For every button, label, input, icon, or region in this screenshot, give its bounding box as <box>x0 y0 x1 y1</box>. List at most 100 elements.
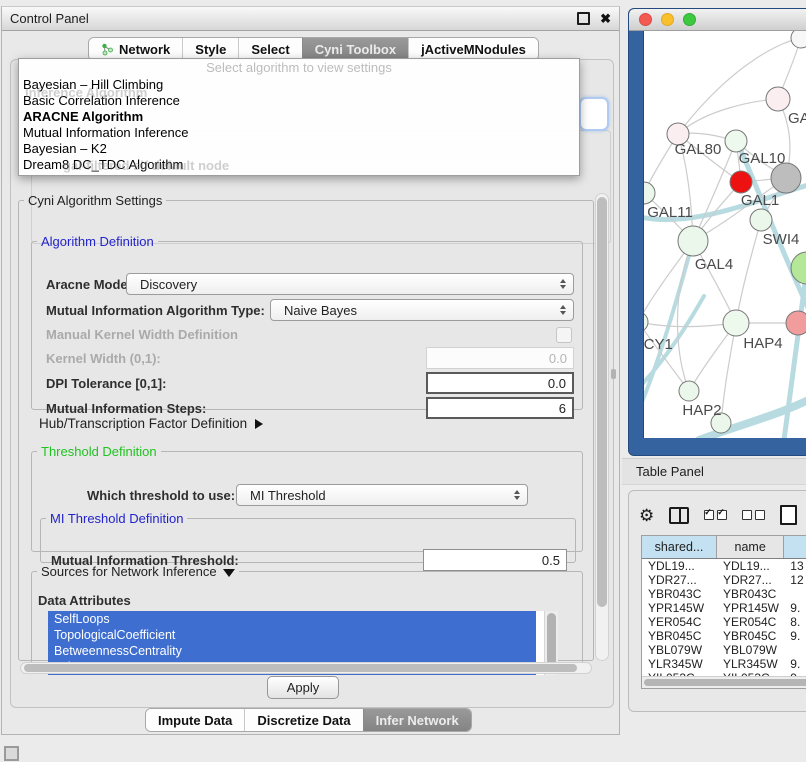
network-node[interactable] <box>766 87 790 111</box>
tab-impute-data[interactable]: Impute Data <box>146 709 244 731</box>
table-cell[interactable]: 12 <box>784 573 806 587</box>
network-node[interactable] <box>771 163 801 193</box>
table-cell[interactable]: YDR27... <box>717 573 784 587</box>
aracne-mode-combo[interactable]: Discovery <box>126 273 574 295</box>
algorithm-popup-item[interactable]: Mutual Information Inference <box>19 125 579 141</box>
apply-button[interactable]: Apply <box>267 676 339 699</box>
table-row[interactable]: YDR27...YDR27...12 <box>642 573 806 587</box>
table-cell[interactable]: 9. <box>784 601 806 615</box>
column-header[interactable]: name <box>717 536 784 558</box>
table-row[interactable]: YDL19...YDL19...13 <box>642 559 806 573</box>
collapse-down-icon[interactable] <box>223 569 235 577</box>
minimize-traffic-light[interactable] <box>661 13 674 26</box>
node-table: shared... name A YDL19...YDL19...13YDR27… <box>641 535 806 689</box>
network-canvas[interactable]: GAL GAL80 GAL10 GAL1 GAL11 SWI4 GAL4 GCY… <box>643 31 806 438</box>
hub-definition-label: Hub/Transcription Factor Definition <box>39 416 247 431</box>
select-all-checks-icon[interactable] <box>704 510 727 520</box>
which-threshold-combo[interactable]: MI Threshold <box>236 484 528 506</box>
table-cell[interactable]: YPR145W <box>642 601 717 615</box>
sources-group: Sources for Network Inference Data Attri… <box>31 564 583 668</box>
tab-style[interactable]: Style <box>182 38 238 60</box>
hub-definition-toggle[interactable]: Hub/Transcription Factor Definition <box>39 416 263 432</box>
column-header[interactable]: A <box>784 536 806 558</box>
algorithm-popup-item[interactable]: Bayesian – K2 <box>19 141 579 157</box>
table-cell[interactable] <box>784 587 806 601</box>
table-cell[interactable]: YER054C <box>642 615 717 629</box>
network-node[interactable] <box>791 31 806 48</box>
table-row[interactable]: YBR045CYBR045C9. <box>642 629 806 643</box>
table-cell[interactable]: YPR145W <box>717 601 784 615</box>
network-node[interactable] <box>644 182 655 204</box>
table-cell[interactable]: 8. <box>784 615 806 629</box>
table-cell[interactable]: YDR27... <box>642 573 717 587</box>
corner-grip-handle[interactable] <box>4 746 19 761</box>
panel-splitter-handle[interactable] <box>611 369 616 379</box>
network-node[interactable] <box>786 311 806 335</box>
mi-type-combo[interactable]: Naive Bayes <box>270 299 574 321</box>
data-attribute-item[interactable]: SelfLoops <box>48 611 536 627</box>
which-threshold-label: Which threshold to use: <box>87 488 235 504</box>
table-row[interactable]: YER054CYER054C8. <box>642 615 806 629</box>
table-cell[interactable]: YBR043C <box>717 587 784 601</box>
network-node[interactable] <box>750 209 772 231</box>
gear-icon[interactable]: ⚙ <box>639 507 654 524</box>
columns-icon[interactable] <box>669 507 689 524</box>
zoom-traffic-light[interactable] <box>683 13 696 26</box>
table-cell[interactable]: 13 <box>784 559 806 573</box>
network-node[interactable] <box>730 171 752 193</box>
table-horizontal-scrollbar[interactable] <box>642 676 806 688</box>
tab-select[interactable]: Select <box>238 38 301 60</box>
cyni-settings-legend: Cyni Algorithm Settings <box>24 193 166 208</box>
settings-horizontal-scrollbar[interactable] <box>20 662 592 674</box>
data-attribute-item[interactable]: BetweennessCentrality <box>48 643 536 659</box>
network-node[interactable] <box>723 310 749 336</box>
table-cell[interactable]: YDL19... <box>717 559 784 573</box>
mi-steps-field[interactable]: 6 <box>426 397 574 419</box>
network-node[interactable] <box>679 381 699 401</box>
float-window-icon[interactable] <box>577 12 590 25</box>
network-node[interactable] <box>678 226 708 256</box>
threshold-definition-group: Threshold Definition Which threshold to … <box>31 444 583 552</box>
data-attribute-item[interactable]: TopologicalCoefficient <box>48 627 536 643</box>
algorithm-popup-item[interactable]: ARACNE Algorithm <box>19 109 579 125</box>
column-header[interactable]: shared... <box>642 536 717 558</box>
close-traffic-light[interactable] <box>639 13 652 26</box>
table-row[interactable]: YLR345WYLR345W9. <box>642 657 806 671</box>
aracne-mode-value: Discovery <box>140 277 197 292</box>
settings-vertical-scrollbar[interactable] <box>595 193 609 661</box>
table-cell[interactable]: YBR045C <box>717 629 784 643</box>
table-cell[interactable] <box>784 643 806 657</box>
mi-type-value: Naive Bayes <box>284 303 357 318</box>
node-label: GAL4 <box>695 256 733 273</box>
tab-network[interactable]: Network <box>89 38 182 60</box>
table-cell[interactable]: YBR043C <box>642 587 717 601</box>
table-cell[interactable]: 9. <box>784 629 806 643</box>
tab-infer-network[interactable]: Infer Network <box>363 709 471 731</box>
tab-discretize-data[interactable]: Discretize Data <box>244 709 362 731</box>
table-cell[interactable]: YLR345W <box>717 657 784 671</box>
table-cell[interactable]: YBL079W <box>642 643 717 657</box>
sources-legend-label: Sources for Network Inference <box>41 564 217 579</box>
deselect-all-checks-icon[interactable] <box>742 510 765 520</box>
table-cell[interactable]: YBL079W <box>717 643 784 657</box>
table-cell[interactable]: YLR345W <box>642 657 717 671</box>
dpi-tolerance-field[interactable]: 0.0 <box>426 372 574 394</box>
tab-cyni-toolbox[interactable]: Cyni Toolbox <box>302 38 408 60</box>
kernel-width-field[interactable]: 0.0 <box>426 347 574 369</box>
export-table-icon[interactable] <box>780 505 797 525</box>
table-cell[interactable]: YDL19... <box>642 559 717 573</box>
close-icon[interactable]: ✖ <box>600 14 611 23</box>
network-window-titlebar <box>629 9 806 31</box>
table-cell[interactable]: YER054C <box>717 615 784 629</box>
aracne-mode-label: Aracne Mode: <box>46 277 132 293</box>
node-label: GAL1 <box>741 192 779 209</box>
table-row[interactable]: YBL079WYBL079W <box>642 643 806 657</box>
table-row[interactable]: YBR043CYBR043C <box>642 587 806 601</box>
tab-jactivemnodules[interactable]: jActiveMNodules <box>408 38 538 60</box>
table-cell[interactable]: 9. <box>784 657 806 671</box>
network-node[interactable] <box>725 130 747 152</box>
table-row[interactable]: YPR145WYPR145W9. <box>642 601 806 615</box>
table-cell[interactable]: YBR045C <box>642 629 717 643</box>
manual-kernel-checkbox[interactable] <box>556 327 572 343</box>
network-node[interactable] <box>644 312 648 332</box>
